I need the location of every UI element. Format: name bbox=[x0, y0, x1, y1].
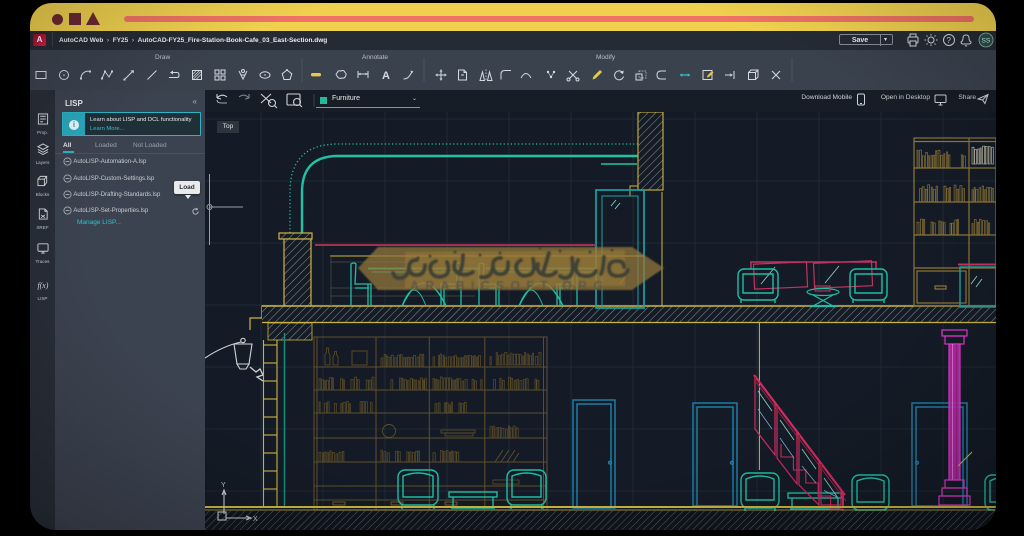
svg-text:A: A bbox=[382, 70, 390, 82]
svg-text:ARABICSOFT.ORG: ARABICSOFT.ORG bbox=[410, 279, 609, 293]
svg-text:Y: Y bbox=[221, 482, 226, 489]
svg-text:X: X bbox=[253, 516, 258, 523]
svg-text:?: ? bbox=[947, 36, 952, 45]
svg-text:f(x): f(x) bbox=[37, 281, 48, 290]
svg-text:SS: SS bbox=[982, 38, 991, 45]
